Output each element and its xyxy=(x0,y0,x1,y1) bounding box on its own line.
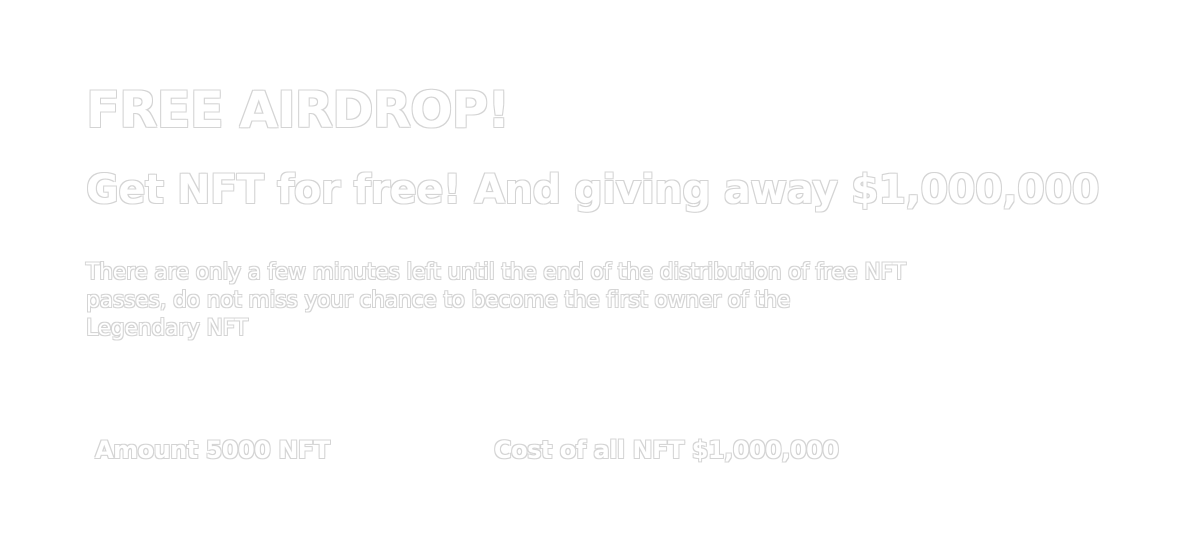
hero-description: There are only a few minutes left until … xyxy=(86,260,906,341)
hero-subtitle: Get NFT for free! And giving away $1,000… xyxy=(86,167,1100,213)
airdrop-page: FREE AIRDROP! Get NFT for free! And givi… xyxy=(0,0,1204,546)
stat-cost: Cost of all NFT $1,000,000 xyxy=(494,436,839,464)
hero-title: FREE AIRDROP! xyxy=(86,81,510,139)
stat-amount: Amount 5000 NFT xyxy=(95,436,330,464)
